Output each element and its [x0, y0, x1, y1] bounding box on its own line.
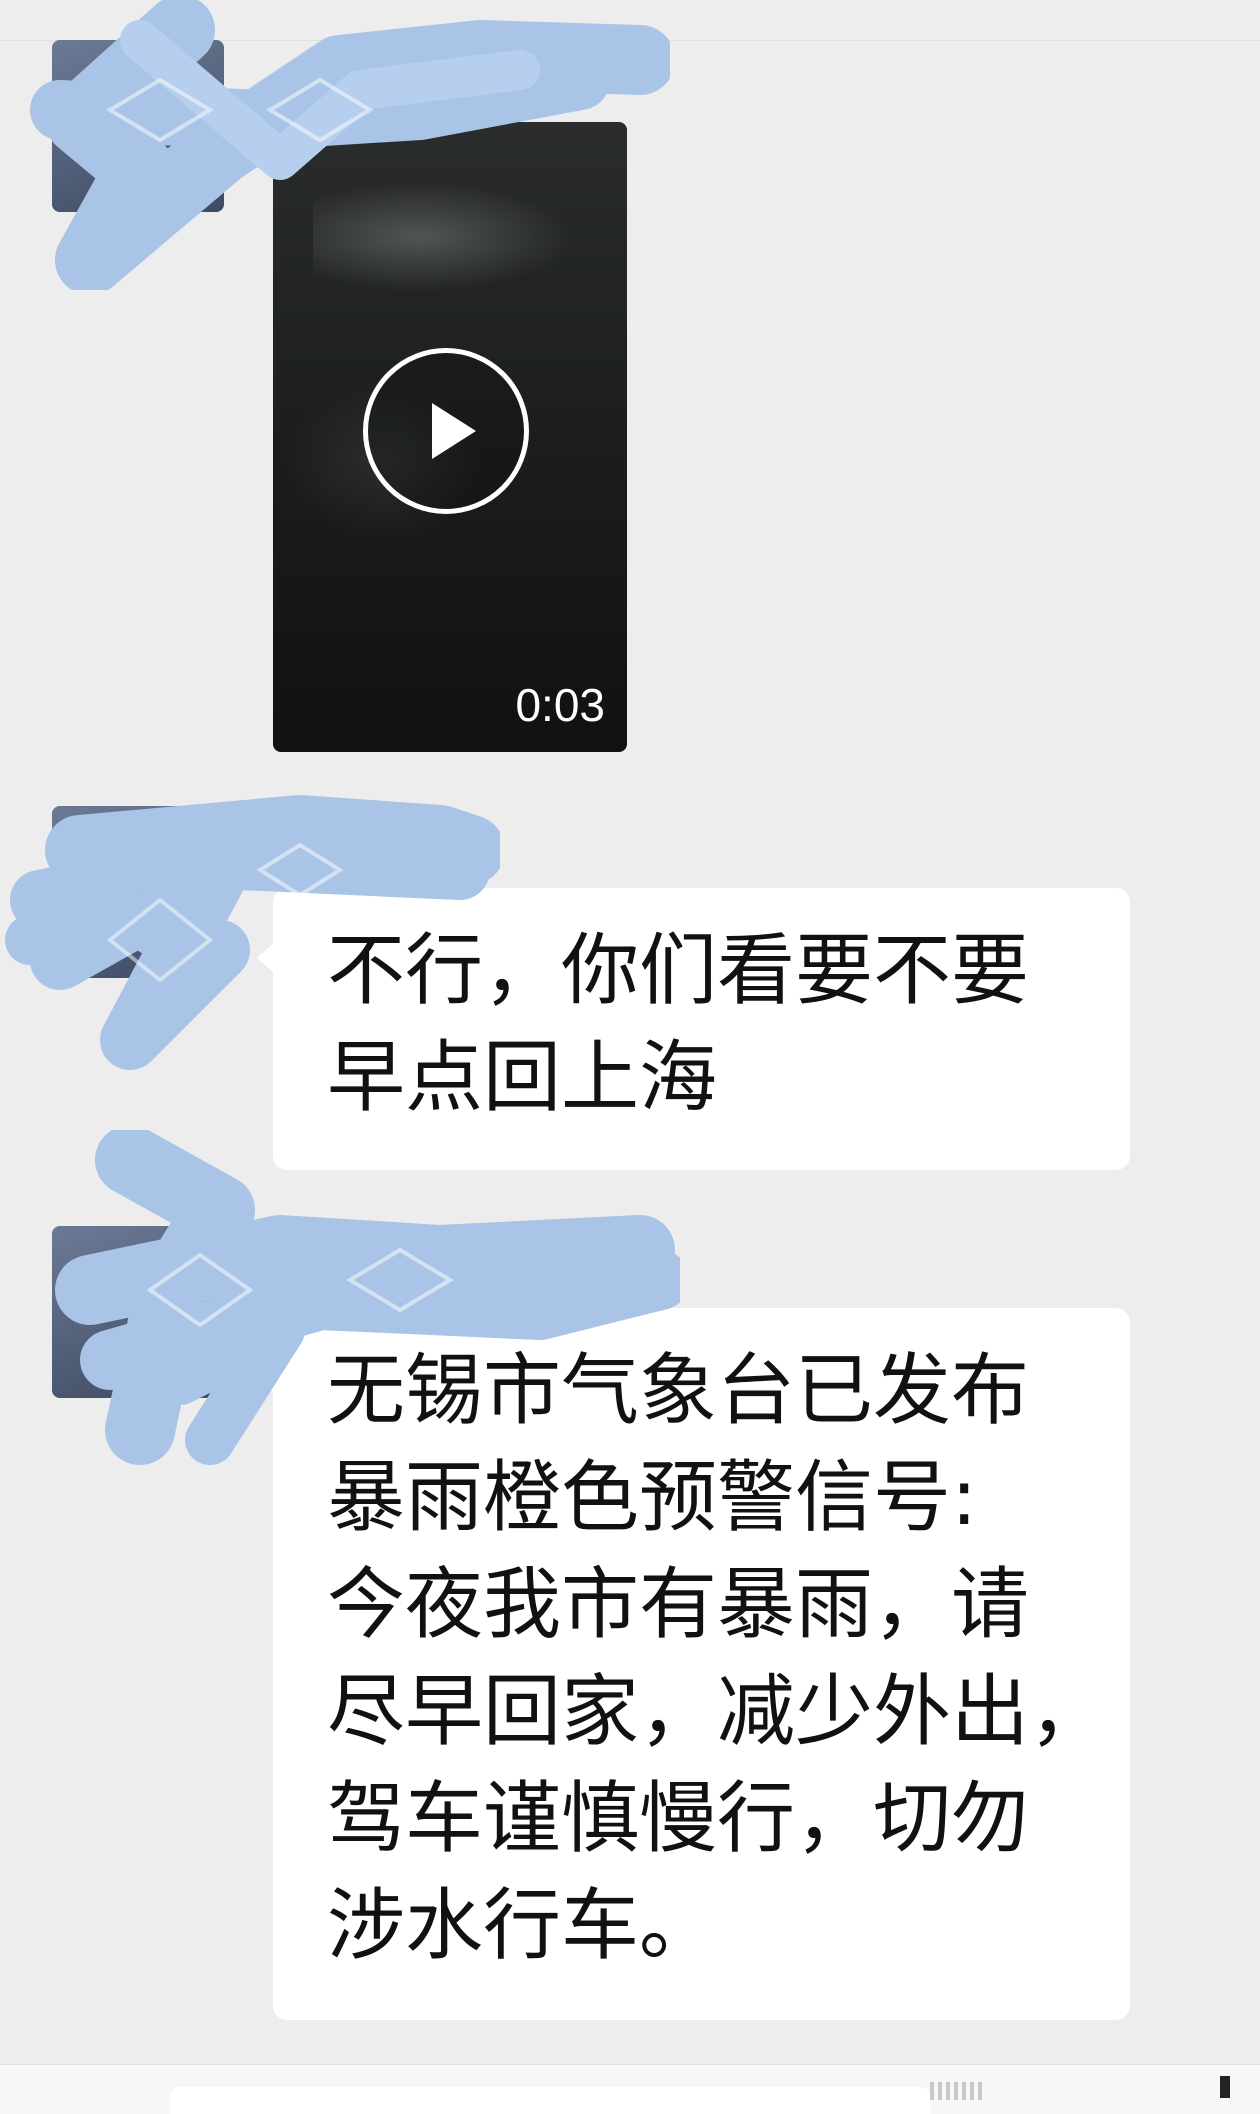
- video-thumbnail-highlight: [313, 182, 573, 292]
- message-line: 涉水行车。: [327, 1881, 718, 1971]
- sender-name-1: [300, 50, 450, 80]
- watermark: [930, 2076, 1230, 2106]
- message-line: 早点回上海: [327, 1033, 718, 1123]
- message-line: 驾车谨慎慢行，切勿: [327, 1774, 1030, 1864]
- play-icon: [432, 403, 476, 459]
- bubble-tail: [257, 942, 275, 974]
- sender-avatar-2[interactable]: [52, 806, 224, 978]
- avatar-image: [52, 1226, 224, 1398]
- message-line: 暴雨橙色预警信号:: [327, 1453, 978, 1543]
- sender-avatar-3[interactable]: [52, 1226, 224, 1398]
- sender-name-3: [300, 1236, 450, 1266]
- watermark-mark: [1220, 2076, 1230, 2098]
- text-message-1[interactable]: 不行，你们看要不要 早点回上海: [257, 888, 1130, 1170]
- video-message[interactable]: 0:03: [273, 122, 627, 752]
- bubble-tail: [257, 1362, 275, 1394]
- sender-avatar-1[interactable]: [52, 40, 224, 212]
- message-line: 不行，你们看要不要: [327, 926, 1030, 1016]
- video-duration: 0:03: [515, 679, 605, 731]
- previous-message-remnant: [0, 0, 1260, 41]
- message-input-field[interactable]: [170, 2087, 930, 2114]
- message-line: 尽早回家，减少外出，: [327, 1667, 1108, 1757]
- avatar-image: [52, 40, 224, 212]
- message-line: 今夜我市有暴雨，请: [327, 1560, 1030, 1650]
- message-line: 无锡市气象台已发布: [327, 1346, 1030, 1436]
- text-message-2[interactable]: 无锡市气象台已发布 暴雨橙色预警信号: 今夜我市有暴雨，请 尽早回家，减少外出，…: [257, 1308, 1130, 2020]
- play-button[interactable]: [363, 348, 529, 514]
- avatar-image: [52, 806, 224, 978]
- chat-window: 0:03 不行，你们看要不要 早点回上海 无锡市气象台已发布 暴雨橙色预警信号:…: [0, 0, 1260, 2114]
